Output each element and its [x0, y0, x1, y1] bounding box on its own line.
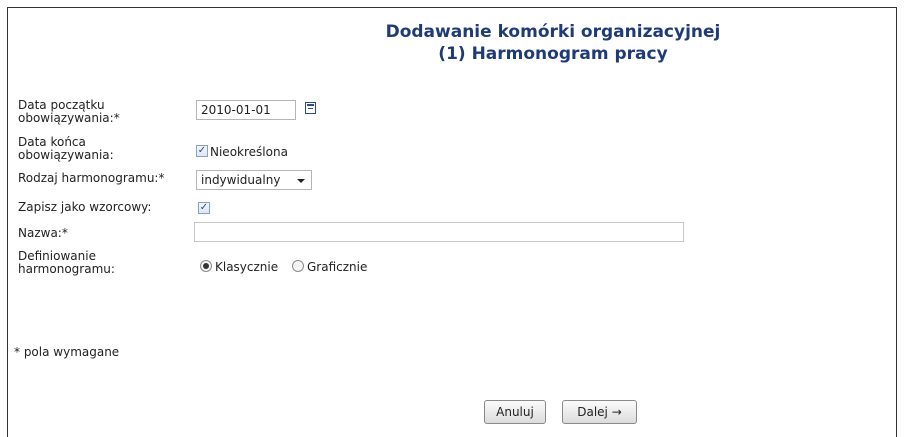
start-date-label: Data początku obowiązywania:* — [18, 99, 120, 125]
definition-label: Definiowanie harmonogramu: — [18, 250, 115, 276]
start-date-label-line-2: obowiązywania:* — [18, 111, 120, 125]
indefinite-checkbox-label: Nieokreślona — [210, 145, 288, 159]
required-fields-note: * pola wymagane — [14, 345, 120, 359]
start-date-input[interactable] — [196, 100, 296, 120]
definition-label-line-2: harmonogramu: — [18, 262, 115, 276]
radio-classic-label: Klasycznie — [215, 260, 279, 274]
schedule-type-value: indywidualny — [201, 173, 281, 187]
radio-classic[interactable] — [200, 260, 212, 272]
cancel-button[interactable]: Anuluj — [484, 400, 546, 424]
end-date-label-line-2: obowiązywania: — [18, 148, 114, 162]
page-title-line-1: Dodawanie komórki organizacyjnej — [385, 22, 721, 42]
chevron-down-icon — [297, 179, 305, 183]
radio-graphic-label: Graficznie — [307, 260, 368, 274]
next-button[interactable]: Dalej → — [562, 400, 637, 424]
save-template-label: Zapisz jako wzorcowy: — [18, 200, 152, 214]
end-date-label: Data końca obowiązywania: — [18, 136, 114, 162]
page-title: Dodawanie komórki organizacyjnej (1) Har… — [0, 21, 906, 65]
name-input[interactable] — [194, 222, 684, 242]
radio-graphic[interactable] — [292, 260, 304, 272]
calendar-icon[interactable] — [305, 102, 316, 114]
name-label: Nazwa:* — [18, 226, 68, 240]
indefinite-checkbox[interactable]: ✓ — [196, 145, 208, 157]
schedule-type-label: Rodzaj harmonogramu:* — [18, 171, 165, 185]
schedule-type-select[interactable]: indywidualny — [196, 170, 312, 190]
save-template-checkbox[interactable]: ✓ — [198, 202, 210, 214]
page-title-line-2: (1) Harmonogram pracy — [438, 44, 668, 64]
